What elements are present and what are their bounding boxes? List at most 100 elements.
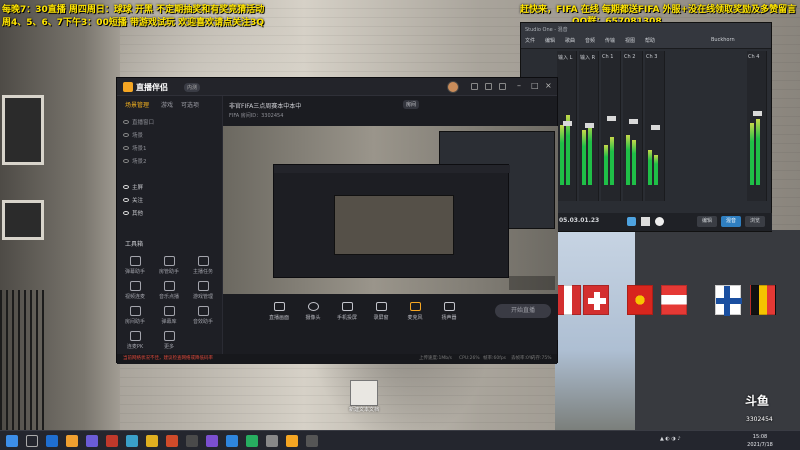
- fence-bars: [0, 290, 45, 430]
- live-app-taskbar-icon[interactable]: [286, 435, 298, 447]
- phone-cast-button[interactable]: 手机投屏: [331, 302, 363, 321]
- mixer-channel[interactable]: Ch 2: [623, 51, 643, 201]
- tool-item[interactable]: 房管助手: [155, 256, 183, 275]
- fader-handle[interactable]: [563, 121, 572, 126]
- speaker-button[interactable]: 扬声器: [433, 302, 465, 321]
- app-icon[interactable]: [126, 435, 138, 447]
- avatar[interactable]: [447, 81, 459, 93]
- app-icon[interactable]: [246, 435, 258, 447]
- tool-item[interactable]: 更多: [155, 331, 183, 350]
- gift-icon[interactable]: [485, 83, 492, 90]
- app-icon[interactable]: [206, 435, 218, 447]
- settings-icon[interactable]: [499, 83, 506, 90]
- tool-item[interactable]: 音效助手: [189, 306, 217, 325]
- tab-edit[interactable]: 编辑: [697, 216, 717, 227]
- windows-start-icon[interactable]: [6, 435, 18, 447]
- tool-item[interactable]: 音乐点播: [155, 281, 183, 300]
- daw-menu-file[interactable]: 文件: [525, 37, 535, 44]
- record-window-button[interactable]: 录屏窗: [365, 302, 397, 321]
- tab-game[interactable]: 游戏: [161, 100, 173, 109]
- close-icon[interactable]: ×: [545, 81, 552, 90]
- room-tag[interactable]: 房间: [403, 100, 420, 109]
- tool-item[interactable]: 房间助手: [121, 306, 149, 325]
- start-live-button[interactable]: 开始直播: [495, 304, 551, 318]
- play-icon[interactable]: [641, 217, 650, 226]
- scene-capture-button[interactable]: 直播画面: [263, 302, 295, 321]
- eye-icon[interactable]: [123, 185, 129, 189]
- text-file-icon[interactable]: [350, 380, 378, 406]
- eye-icon[interactable]: [123, 120, 129, 124]
- search-icon[interactable]: [26, 435, 38, 447]
- daw-menu-transport[interactable]: 传输: [605, 37, 615, 44]
- daw-menu-help[interactable]: 帮助: [645, 37, 655, 44]
- folder-icon[interactable]: [66, 435, 78, 447]
- scene-item[interactable]: 直播窗口: [123, 118, 154, 126]
- scene-item[interactable]: 主屏: [123, 183, 143, 191]
- status-bar: 当前网络状况不佳，建议检查网络或降低码率 上传速度:1Mb/s CPU:26% …: [117, 354, 557, 364]
- mixer-channel[interactable]: 输入 R: [579, 51, 599, 201]
- app-icon[interactable]: [226, 435, 238, 447]
- microphone-button[interactable]: 麦克风: [399, 302, 431, 321]
- stop-icon[interactable]: [627, 217, 636, 226]
- screen-icon: [273, 302, 285, 311]
- browser-icon[interactable]: [46, 435, 58, 447]
- tab-options[interactable]: 可选项: [181, 100, 199, 109]
- app-icon[interactable]: [166, 435, 178, 447]
- taskbar: ▲ ◐ ◑ ♪ 15:08 2021/7/18: [0, 430, 800, 450]
- tab-scenes[interactable]: 场景管理: [125, 100, 149, 109]
- eye-icon[interactable]: [123, 133, 129, 137]
- scene-item[interactable]: 关注: [123, 196, 143, 204]
- tool-item[interactable]: 主播任务: [189, 256, 217, 275]
- record-icon[interactable]: [655, 217, 664, 226]
- daw-menu-view[interactable]: 视图: [625, 37, 635, 44]
- daw-menu-buckhorn[interactable]: Buckhorn: [711, 37, 735, 43]
- eye-icon[interactable]: [123, 159, 129, 163]
- message-icon[interactable]: [471, 83, 478, 90]
- tool-item[interactable]: 游戏管理: [189, 281, 217, 300]
- main-area: 非官FIFA三点周赛本中本中 房间 FIFA 房间ID：3302454 直播画面…: [223, 96, 558, 354]
- fader-handle[interactable]: [607, 116, 616, 121]
- app-icon[interactable]: [266, 435, 278, 447]
- daw-menu-song[interactable]: 歌曲: [565, 37, 575, 44]
- stat-upload: 上传速度:1Mb/s: [419, 356, 452, 361]
- fader-handle[interactable]: [753, 111, 762, 116]
- tool-item[interactable]: 弹幕库: [155, 306, 183, 325]
- live-streaming-app-window[interactable]: 直播伴侣 内测 – □ × 场景管理 游戏 可选项 直播窗口 场景 场景1 场景…: [116, 77, 558, 364]
- tab-mix[interactable]: 混音: [721, 216, 741, 227]
- app-titlebar: 直播伴侣 内测 – □ ×: [117, 78, 557, 96]
- eye-icon[interactable]: [123, 146, 129, 150]
- tool-item[interactable]: 视频连麦: [121, 281, 149, 300]
- eye-icon[interactable]: [123, 198, 129, 202]
- fader-handle[interactable]: [585, 123, 594, 128]
- scene-item[interactable]: 场景: [123, 131, 143, 139]
- eye-icon[interactable]: [123, 211, 129, 215]
- scene-item[interactable]: 场景1: [123, 144, 147, 152]
- scene-item[interactable]: 其他: [123, 209, 143, 217]
- minimize-icon[interactable]: –: [517, 81, 521, 90]
- app-icon[interactable]: [186, 435, 198, 447]
- fader-handle[interactable]: [629, 119, 638, 124]
- daw-menu-audio[interactable]: 音频: [585, 37, 595, 44]
- tool-item[interactable]: 弹幕助手: [121, 256, 149, 275]
- channel-label: 输入 R: [580, 55, 596, 61]
- tray-icons[interactable]: ▲ ◐ ◑ ♪: [660, 436, 681, 442]
- mixer-channel[interactable]: Ch 1: [601, 51, 621, 201]
- maximize-icon[interactable]: □: [531, 81, 539, 90]
- tab-browse[interactable]: 浏览: [745, 216, 765, 227]
- clock[interactable]: 15:08 2021/7/18: [740, 433, 780, 449]
- window-pane: [2, 200, 44, 240]
- stream-preview[interactable]: [223, 126, 558, 294]
- app-icon[interactable]: [306, 435, 318, 447]
- mixer-channel[interactable]: Ch 3: [645, 51, 665, 201]
- tool-item[interactable]: 连麦PK: [121, 331, 149, 350]
- fader-handle[interactable]: [651, 125, 660, 130]
- daw-menu-edit[interactable]: 编辑: [545, 37, 555, 44]
- app-icon[interactable]: [106, 435, 118, 447]
- app-icon[interactable]: [146, 435, 158, 447]
- left-panel: 场景管理 游戏 可选项 直播窗口 场景 场景1 场景2 主屏 关注 其他 工具箱…: [117, 96, 223, 354]
- camera-button[interactable]: 摄像头: [297, 302, 329, 321]
- mixer-channel[interactable]: 输入 L: [557, 51, 577, 201]
- scene-item[interactable]: 场景2: [123, 157, 147, 165]
- app-icon[interactable]: [86, 435, 98, 447]
- mixer-channel[interactable]: Ch 4: [747, 51, 767, 201]
